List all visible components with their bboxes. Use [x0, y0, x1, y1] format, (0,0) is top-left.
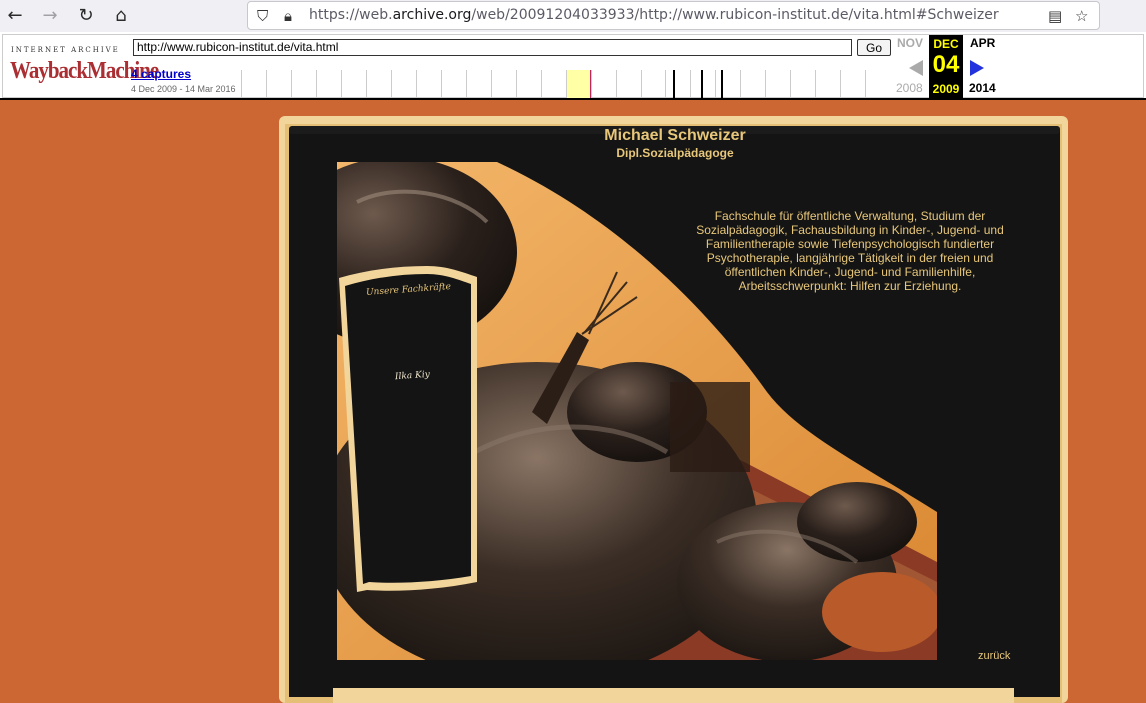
- capture-sparkline[interactable]: [241, 70, 890, 98]
- lock-icon[interactable]: 🔒︎: [284, 7, 292, 25]
- capture-range: 4 Dec 2009 - 14 Mar 2016: [131, 84, 236, 94]
- wayback-url-input[interactable]: http://www.rubicon-institut.de/vita.html: [133, 39, 852, 56]
- address-url: https://web.archive.org/web/200912040339…: [309, 7, 999, 23]
- sparkline-year[interactable]: [490, 70, 516, 98]
- logo-top-text: INTERNET ARCHIVE: [11, 46, 120, 54]
- current-day: 04: [932, 51, 960, 78]
- sparkline-year[interactable]: [815, 70, 840, 98]
- sparkline-year[interactable]: [765, 70, 790, 98]
- go-button[interactable]: Go: [857, 39, 891, 56]
- sparkline-year[interactable]: [465, 70, 491, 98]
- sparkline-year[interactable]: [340, 70, 366, 98]
- forward-arrow-icon[interactable]: →: [39, 4, 61, 26]
- sparkline-year[interactable]: [865, 70, 890, 98]
- wayback-logo[interactable]: INTERNET ARCHIVE WaybackMachine: [10, 44, 159, 94]
- sparkline-year[interactable]: [290, 70, 316, 98]
- browser-toolbar: ← → ↻ ⌂ ⛉ 🔒︎ https://web.archive.org/web…: [0, 0, 1146, 32]
- capture-mark[interactable]: [701, 70, 704, 98]
- sparkline-year[interactable]: [790, 70, 815, 98]
- prev-capture-arrow-icon[interactable]: [909, 60, 923, 76]
- person-name: Michael Schweizer: [604, 127, 746, 144]
- bottom-parchment-strip: [333, 688, 1014, 703]
- sparkline-year[interactable]: [440, 70, 466, 98]
- capture-mark[interactable]: [721, 70, 724, 98]
- back-arrow-icon[interactable]: ←: [4, 4, 26, 26]
- sparkline-year[interactable]: [540, 70, 566, 98]
- sparkline-year[interactable]: [415, 70, 441, 98]
- sparkline-year-current[interactable]: [565, 70, 592, 98]
- next-month[interactable]: APR: [970, 36, 995, 50]
- sparkline-year[interactable]: [390, 70, 416, 98]
- reader-mode-icon[interactable]: ▤: [1048, 7, 1062, 25]
- sparkline-year[interactable]: [590, 70, 616, 98]
- captures-link[interactable]: 4 captures: [131, 67, 191, 81]
- shield-icon[interactable]: ⛉: [257, 7, 268, 25]
- bookmark-star-icon[interactable]: ☆: [1075, 7, 1088, 25]
- next-year[interactable]: 2014: [969, 81, 996, 95]
- biography-text: Fachschule für öffentliche Verwaltung, S…: [696, 209, 1004, 293]
- sparkline-year[interactable]: [740, 70, 765, 98]
- prev-month[interactable]: NOV: [897, 36, 923, 50]
- next-capture-arrow-icon[interactable]: [970, 60, 984, 76]
- sparkline-year[interactable]: [315, 70, 341, 98]
- prev-year[interactable]: 2008: [896, 81, 923, 95]
- sparkline-year[interactable]: [840, 70, 865, 98]
- address-bar[interactable]: ⛉ 🔒︎ https://web.archive.org/web/2009120…: [247, 1, 1100, 30]
- sparkline-year[interactable]: [615, 70, 641, 98]
- current-month: DEC: [933, 37, 959, 51]
- home-icon[interactable]: ⌂: [110, 4, 132, 26]
- sparkline-year[interactable]: [365, 70, 391, 98]
- current-capture-calendar: DEC 04 2009: [929, 35, 963, 100]
- capture-mark[interactable]: [673, 70, 676, 98]
- person-title: Dipl.Sozialpädagoge: [616, 146, 734, 160]
- sparkline-year[interactable]: [665, 70, 690, 98]
- sparkline-year[interactable]: [515, 70, 541, 98]
- sparkline-year[interactable]: [241, 70, 266, 98]
- reload-icon[interactable]: ↻: [75, 4, 97, 26]
- back-link[interactable]: zurück: [978, 650, 1010, 662]
- current-year: 2009: [932, 82, 960, 96]
- sparkline-year[interactable]: [690, 70, 715, 98]
- sparkline-year[interactable]: [640, 70, 666, 98]
- sparkline-year[interactable]: [715, 70, 740, 98]
- sparkline-year[interactable]: [265, 70, 291, 98]
